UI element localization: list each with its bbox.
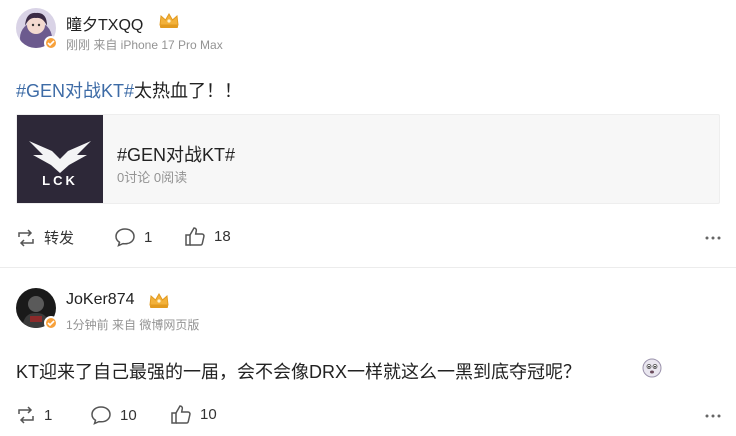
comment-button[interactable]: 1 <box>114 227 152 247</box>
hashtag-link[interactable]: #GEN对战KT# <box>16 81 134 101</box>
repost-button[interactable]: 转发 <box>16 227 74 248</box>
more-icon[interactable] <box>704 413 722 419</box>
post-divider <box>0 267 736 268</box>
repost-label: 转发 <box>44 230 75 247</box>
repost-icon <box>18 406 34 424</box>
like-count: 18 <box>214 228 231 245</box>
topic-stats: 0讨论 0阅读 <box>117 170 188 185</box>
verified-icon <box>44 36 58 50</box>
repost-count: 1 <box>44 406 53 424</box>
emoji-icon <box>642 358 662 378</box>
like-icon <box>185 227 205 246</box>
post-text: KT迎来了自己最强的一届，会不会像DRX一样就这么一黑到底夺冠呢？ <box>16 358 581 384</box>
username[interactable]: JoKer874 <box>66 291 135 309</box>
like-button[interactable]: 18 <box>184 226 231 247</box>
crown-icon[interactable] <box>148 291 170 309</box>
like-count: 10 <box>200 406 217 423</box>
topic-card[interactable]: LCK #GEN对战KT# 0讨论 0阅读 <box>16 114 720 204</box>
avatar[interactable] <box>16 288 58 330</box>
comment-icon <box>115 228 135 247</box>
topic-logo-text: LCK <box>42 173 78 188</box>
like-button[interactable]: 10 <box>170 404 217 425</box>
post-meta: 刚刚 来自 iPhone 17 Pro Max <box>66 38 223 52</box>
post-text-content: KT迎来了自己最强的一届，会不会像DRX一样就这么一黑到底夺冠呢？ <box>16 362 582 382</box>
repost-icon <box>18 228 34 247</box>
like-icon <box>171 405 191 424</box>
topic-thumbnail: LCK <box>17 115 103 203</box>
avatar[interactable] <box>16 8 58 50</box>
repost-button[interactable]: 1 <box>16 406 52 424</box>
post-meta: 1分钟前 来自 微博网页版 <box>66 318 200 332</box>
comment-count: 10 <box>120 406 137 424</box>
comment-icon <box>91 406 111 425</box>
post-text-content: 太热血了！！ <box>134 81 243 101</box>
comment-count: 1 <box>144 228 153 246</box>
more-icon[interactable] <box>704 235 722 241</box>
post-text: #GEN对战KT#太热血了！！ <box>16 77 242 103</box>
topic-title[interactable]: #GEN对战KT# <box>117 141 235 167</box>
comment-button[interactable]: 10 <box>90 405 137 425</box>
username[interactable]: 曈夕TXQQ <box>66 11 143 35</box>
crown-icon[interactable] <box>158 11 180 29</box>
verified-icon <box>44 316 58 330</box>
